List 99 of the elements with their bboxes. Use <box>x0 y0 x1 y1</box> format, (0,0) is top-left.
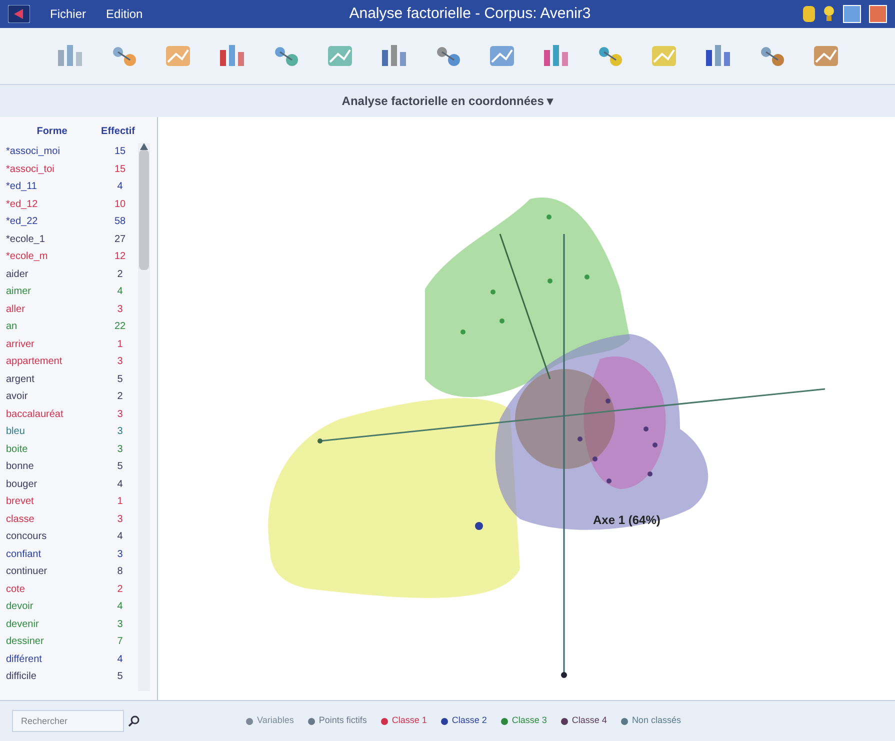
form-cell[interactable]: boite <box>6 442 106 457</box>
search-field[interactable]: Rechercher <box>12 710 124 732</box>
form-cell[interactable]: dessiner <box>6 634 106 650</box>
form-cell[interactable]: an <box>6 319 106 334</box>
count-cell-text: 3 <box>116 425 124 440</box>
count-cell-text: 3 <box>116 408 124 422</box>
count-cell-text: 4 <box>116 530 124 544</box>
form-cell[interactable]: brevet <box>6 494 106 510</box>
form-cell[interactable]: *ed_11 <box>6 179 106 194</box>
data-point <box>584 274 590 280</box>
count-cell-text: 27 <box>113 232 127 247</box>
legend-label[interactable]: Classe 3 <box>512 714 547 728</box>
data-point <box>460 330 466 334</box>
form-cell[interactable]: cote <box>6 582 106 597</box>
count-cell-text: 12 <box>113 250 127 264</box>
legend-label[interactable]: Variables <box>257 714 294 728</box>
data-point <box>546 214 552 220</box>
form-cell[interactable]: aider <box>6 266 106 282</box>
data-point <box>475 522 483 530</box>
legend-label[interactable]: Classe 4 <box>572 714 607 728</box>
form-cell[interactable]: continuer <box>6 564 106 580</box>
form-cell[interactable]: bouger <box>6 476 106 492</box>
maximize-icon[interactable] <box>843 5 861 23</box>
form-cell[interactable]: *ecole_1 <box>6 232 106 247</box>
app-icon[interactable] <box>8 5 30 23</box>
form-cell[interactable]: devoir <box>6 599 106 614</box>
data-point <box>578 436 582 442</box>
count-cell-text: 2 <box>116 582 124 597</box>
lightbulb-icon[interactable] <box>823 5 835 23</box>
menu-item[interactable]: Edition <box>106 5 143 23</box>
form-cell[interactable]: *ed_12 <box>6 196 106 212</box>
count-cell-text: 3 <box>116 548 124 562</box>
close-icon[interactable] <box>869 5 887 23</box>
form-cell[interactable]: classe <box>6 512 106 527</box>
form-cell[interactable]: bonne <box>6 459 106 474</box>
form-cell[interactable]: avoir <box>6 389 106 404</box>
data-point <box>652 442 658 448</box>
legend-label[interactable]: Points fictifs <box>318 714 367 728</box>
form-cell[interactable]: aller <box>6 302 106 317</box>
count-cell-text: 2 <box>116 390 124 404</box>
data-point <box>548 278 552 284</box>
count-cell-text: 4 <box>116 478 124 492</box>
form-cell[interactable]: *ecole_m <box>6 249 106 264</box>
count-cell-text: 8 <box>116 565 124 580</box>
count-cell-text: 7 <box>116 635 124 650</box>
form-cell[interactable]: différent <box>6 652 106 667</box>
count-cell-text: 15 <box>113 162 127 177</box>
count-cell-text: 4 <box>116 600 124 614</box>
count-cell-text: 4 <box>116 652 124 667</box>
data-point <box>606 478 612 484</box>
count-cell-text: 4 <box>116 285 124 300</box>
form-cell[interactable]: *associ_moi <box>6 144 106 160</box>
data-point <box>592 456 598 462</box>
search-icon <box>128 715 140 727</box>
count-cell-text: 15 <box>113 145 127 160</box>
form-cell[interactable]: *associ_toi <box>6 162 106 177</box>
view-selector[interactable]: Analyse factorielle en coordonnées ▾ <box>342 92 554 110</box>
count-cell-text: 58 <box>113 215 127 230</box>
count-cell-text: 3 <box>116 512 124 527</box>
help-icon[interactable] <box>803 6 815 22</box>
form-cell[interactable]: baccalauréat <box>6 406 106 422</box>
data-point <box>500 318 504 324</box>
axis-label: Axe 1 (64%) <box>593 512 660 529</box>
column-header[interactable]: Effectif <box>98 124 138 138</box>
form-cell[interactable]: arriver <box>6 336 106 352</box>
form-cell[interactable]: confiant <box>6 546 106 562</box>
form-cell[interactable]: difficile <box>6 669 106 684</box>
form-cell[interactable]: argent <box>6 372 106 387</box>
count-cell-text: 2 <box>116 268 124 282</box>
form-cell[interactable]: *ed_22 <box>6 214 106 230</box>
menu-item[interactable]: Fichier <box>50 5 86 23</box>
count-cell-text: 1 <box>116 495 124 510</box>
data-point <box>648 472 652 476</box>
legend-label[interactable]: Classe 2 <box>452 714 487 728</box>
form-cell[interactable]: devenir <box>6 616 106 632</box>
count-cell-text: 3 <box>116 302 124 317</box>
count-cell-text: 3 <box>116 442 124 457</box>
count-cell-text: 1 <box>116 338 124 352</box>
count-cell-text: 5 <box>116 372 124 387</box>
scroll-thumb[interactable] <box>139 150 149 270</box>
form-cell[interactable]: bleu <box>6 424 106 440</box>
data-point <box>644 426 648 432</box>
count-cell-text: 10 <box>113 198 127 212</box>
count-cell-text: 5 <box>116 460 124 474</box>
legend-label[interactable]: Non classés <box>632 714 681 728</box>
legend-label[interactable]: Classe 1 <box>392 714 427 728</box>
form-cell[interactable]: aimer <box>6 284 106 300</box>
count-cell-text: 3 <box>116 355 124 370</box>
scrollbar[interactable] <box>138 143 150 691</box>
count-cell-text: 22 <box>113 320 127 334</box>
window-title: Analyse factorielle - Corpus: Avenir3 <box>348 4 592 24</box>
data-point <box>490 290 496 294</box>
form-cell[interactable]: appartement <box>6 354 106 370</box>
count-cell-text: 4 <box>116 180 124 194</box>
count-cell-text: 5 <box>116 670 124 684</box>
data-point <box>606 398 610 404</box>
count-cell-text: 3 <box>116 618 124 632</box>
column-header[interactable]: Forme <box>6 124 98 138</box>
form-cell[interactable]: concours <box>6 529 106 544</box>
